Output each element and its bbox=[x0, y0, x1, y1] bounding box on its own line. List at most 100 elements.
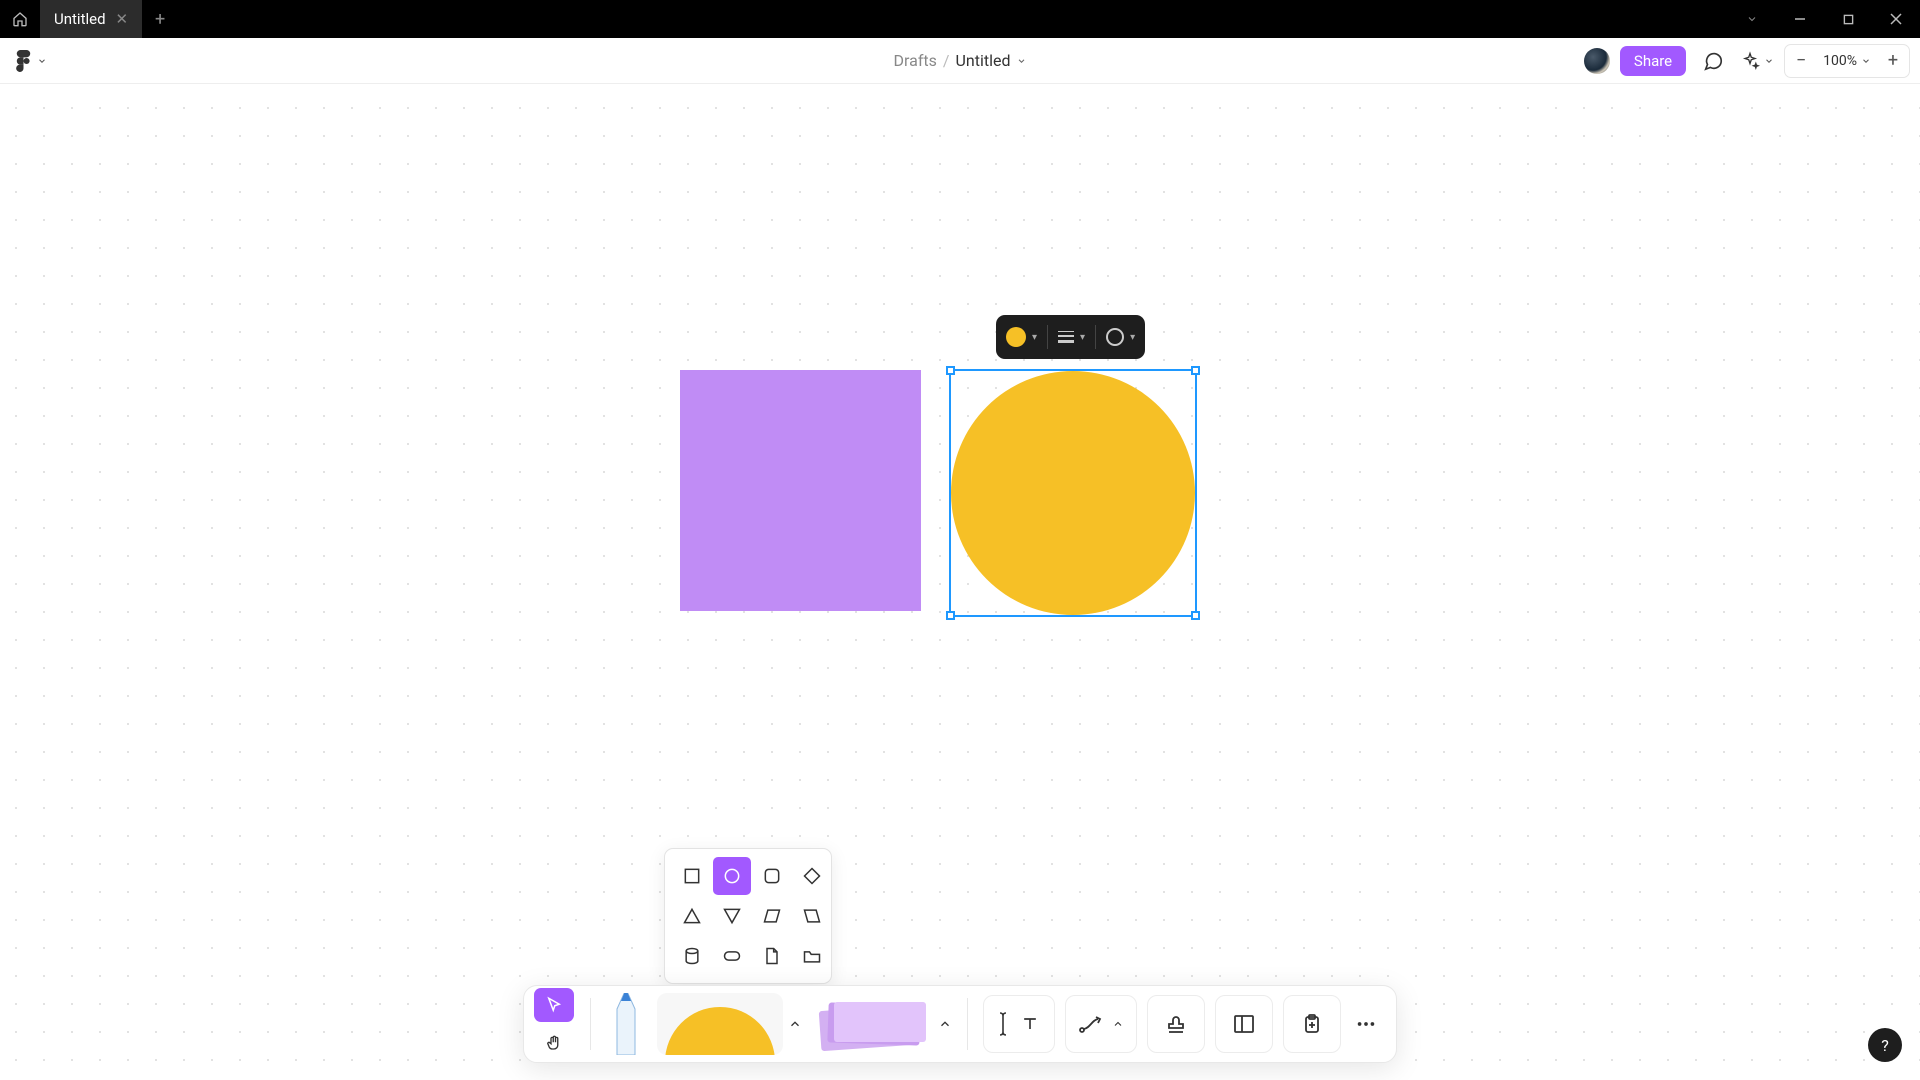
sticky-stack-icon bbox=[820, 1002, 920, 1046]
divider bbox=[967, 998, 968, 1050]
sticky-note-tool-button[interactable] bbox=[807, 993, 933, 1055]
shape-tool-dropdown[interactable] bbox=[783, 993, 807, 1055]
window-close-button[interactable] bbox=[1872, 0, 1920, 38]
draw-tool-button[interactable] bbox=[601, 993, 651, 1055]
clipboard-plus-icon bbox=[1300, 1012, 1324, 1036]
stamp-tool-button[interactable] bbox=[1147, 995, 1205, 1053]
shape-option-parallelogram-left[interactable] bbox=[793, 897, 831, 935]
shape-option-square[interactable] bbox=[673, 857, 711, 895]
chevron-up-icon bbox=[938, 1017, 952, 1031]
chevron-down-icon: ▾ bbox=[1032, 332, 1037, 343]
shape-option-diamond[interactable] bbox=[793, 857, 831, 895]
shape-option-pill[interactable] bbox=[713, 937, 751, 975]
zoom-value: 100% bbox=[1823, 53, 1857, 69]
minimize-icon bbox=[1794, 13, 1806, 25]
breadcrumb-root[interactable]: Drafts bbox=[894, 51, 937, 70]
home-button[interactable] bbox=[0, 0, 40, 38]
fill-swatch-icon bbox=[1006, 327, 1026, 347]
connector-icon bbox=[1078, 1014, 1104, 1034]
chevron-down-icon: ▾ bbox=[1080, 332, 1085, 343]
bottom-toolbar bbox=[523, 985, 1397, 1063]
selection-context-toolbar: ▾ ▾ ▾ bbox=[996, 315, 1145, 359]
breadcrumb-separator: / bbox=[943, 51, 950, 70]
main-menu-button[interactable] bbox=[10, 46, 53, 76]
app-header: Drafts / Untitled Share − 100% + bbox=[0, 38, 1920, 84]
select-tool-button[interactable] bbox=[534, 988, 574, 1022]
fill-color-button[interactable]: ▾ bbox=[1006, 327, 1037, 347]
maximize-icon bbox=[1843, 14, 1854, 25]
chevron-up-icon bbox=[1112, 1018, 1124, 1030]
sparkle-icon bbox=[1740, 51, 1760, 71]
zoom-in-button[interactable]: + bbox=[1877, 45, 1909, 77]
canvas[interactable]: ▾ ▾ ▾ bbox=[0, 84, 1920, 1080]
window-minimize-button[interactable] bbox=[1776, 0, 1824, 38]
canvas-shape-rectangle[interactable] bbox=[680, 370, 921, 611]
selection-bounding-box[interactable] bbox=[949, 369, 1197, 617]
divider bbox=[590, 998, 591, 1050]
window-maximize-button[interactable] bbox=[1824, 0, 1872, 38]
text-cursor-icon bbox=[998, 1011, 1008, 1037]
comments-button[interactable] bbox=[1696, 44, 1730, 78]
hand-icon bbox=[545, 1034, 563, 1052]
divider bbox=[1095, 325, 1096, 349]
stroke-weight-button[interactable]: ▾ bbox=[1058, 331, 1085, 343]
chevron-down-icon[interactable] bbox=[1016, 56, 1026, 66]
stroke-ring-icon bbox=[1106, 328, 1124, 346]
file-name[interactable]: Untitled bbox=[956, 51, 1011, 70]
resize-handle-bottom-left[interactable] bbox=[946, 611, 955, 620]
stroke-color-button[interactable]: ▾ bbox=[1106, 328, 1135, 346]
chat-bubble-icon bbox=[1702, 50, 1724, 72]
share-button[interactable]: Share bbox=[1620, 46, 1686, 76]
text-t-icon bbox=[1020, 1014, 1040, 1034]
hand-tool-button[interactable] bbox=[534, 1026, 574, 1060]
breadcrumb: Drafts / Untitled bbox=[894, 51, 1027, 70]
home-icon bbox=[12, 11, 28, 27]
stamp-icon bbox=[1164, 1012, 1188, 1036]
chevron-down-icon bbox=[37, 56, 47, 66]
shape-option-ellipse[interactable] bbox=[713, 857, 751, 895]
document-tab[interactable]: Untitled ✕ bbox=[40, 0, 142, 38]
shape-preview-icon bbox=[665, 1007, 775, 1055]
tab-close-icon[interactable]: ✕ bbox=[116, 10, 129, 28]
zoom-out-button[interactable]: − bbox=[1785, 45, 1817, 77]
resize-handle-bottom-right[interactable] bbox=[1191, 611, 1200, 620]
text-tool-button[interactable] bbox=[983, 995, 1055, 1053]
widgets-tool-button[interactable] bbox=[1283, 995, 1341, 1053]
tab-title: Untitled bbox=[54, 10, 106, 28]
chevron-down-icon bbox=[1746, 13, 1758, 25]
sticky-tool-dropdown[interactable] bbox=[933, 993, 957, 1055]
shape-tool-button[interactable] bbox=[657, 993, 783, 1055]
shape-option-folder[interactable] bbox=[793, 937, 831, 975]
window-menu-button[interactable] bbox=[1728, 0, 1776, 38]
shape-option-triangle-down[interactable] bbox=[713, 897, 751, 935]
zoom-value-dropdown[interactable]: 100% bbox=[1817, 53, 1877, 69]
shape-option-rounded-rectangle[interactable] bbox=[753, 857, 791, 895]
chevron-down-icon bbox=[1861, 56, 1871, 66]
resize-handle-top-left[interactable] bbox=[946, 366, 955, 375]
shape-option-parallelogram-right[interactable] bbox=[753, 897, 791, 935]
ai-tools-button[interactable] bbox=[1740, 44, 1774, 78]
chevron-down-icon bbox=[1764, 56, 1774, 66]
cursor-icon bbox=[545, 996, 563, 1014]
more-horizontal-icon bbox=[1355, 1013, 1377, 1035]
new-tab-button[interactable]: + bbox=[142, 9, 178, 30]
avatar[interactable] bbox=[1584, 48, 1610, 74]
pencil-icon bbox=[609, 993, 643, 1055]
shape-option-cylinder[interactable] bbox=[673, 937, 711, 975]
help-label: ? bbox=[1881, 1036, 1889, 1055]
window-controls bbox=[1728, 0, 1920, 38]
shape-option-triangle-up[interactable] bbox=[673, 897, 711, 935]
section-tool-button[interactable] bbox=[1215, 995, 1273, 1053]
connector-tool-button[interactable] bbox=[1065, 995, 1137, 1053]
close-icon bbox=[1890, 13, 1902, 25]
chevron-down-icon: ▾ bbox=[1130, 332, 1135, 343]
resize-handle-top-right[interactable] bbox=[1191, 366, 1200, 375]
shape-picker-popup bbox=[664, 848, 832, 984]
section-icon bbox=[1232, 1012, 1256, 1036]
divider bbox=[1047, 325, 1048, 349]
window-titlebar: Untitled ✕ + bbox=[0, 0, 1920, 38]
figma-logo-icon bbox=[16, 50, 31, 72]
shape-option-document[interactable] bbox=[753, 937, 791, 975]
help-button[interactable]: ? bbox=[1868, 1028, 1902, 1062]
more-tools-button[interactable] bbox=[1346, 1013, 1386, 1035]
